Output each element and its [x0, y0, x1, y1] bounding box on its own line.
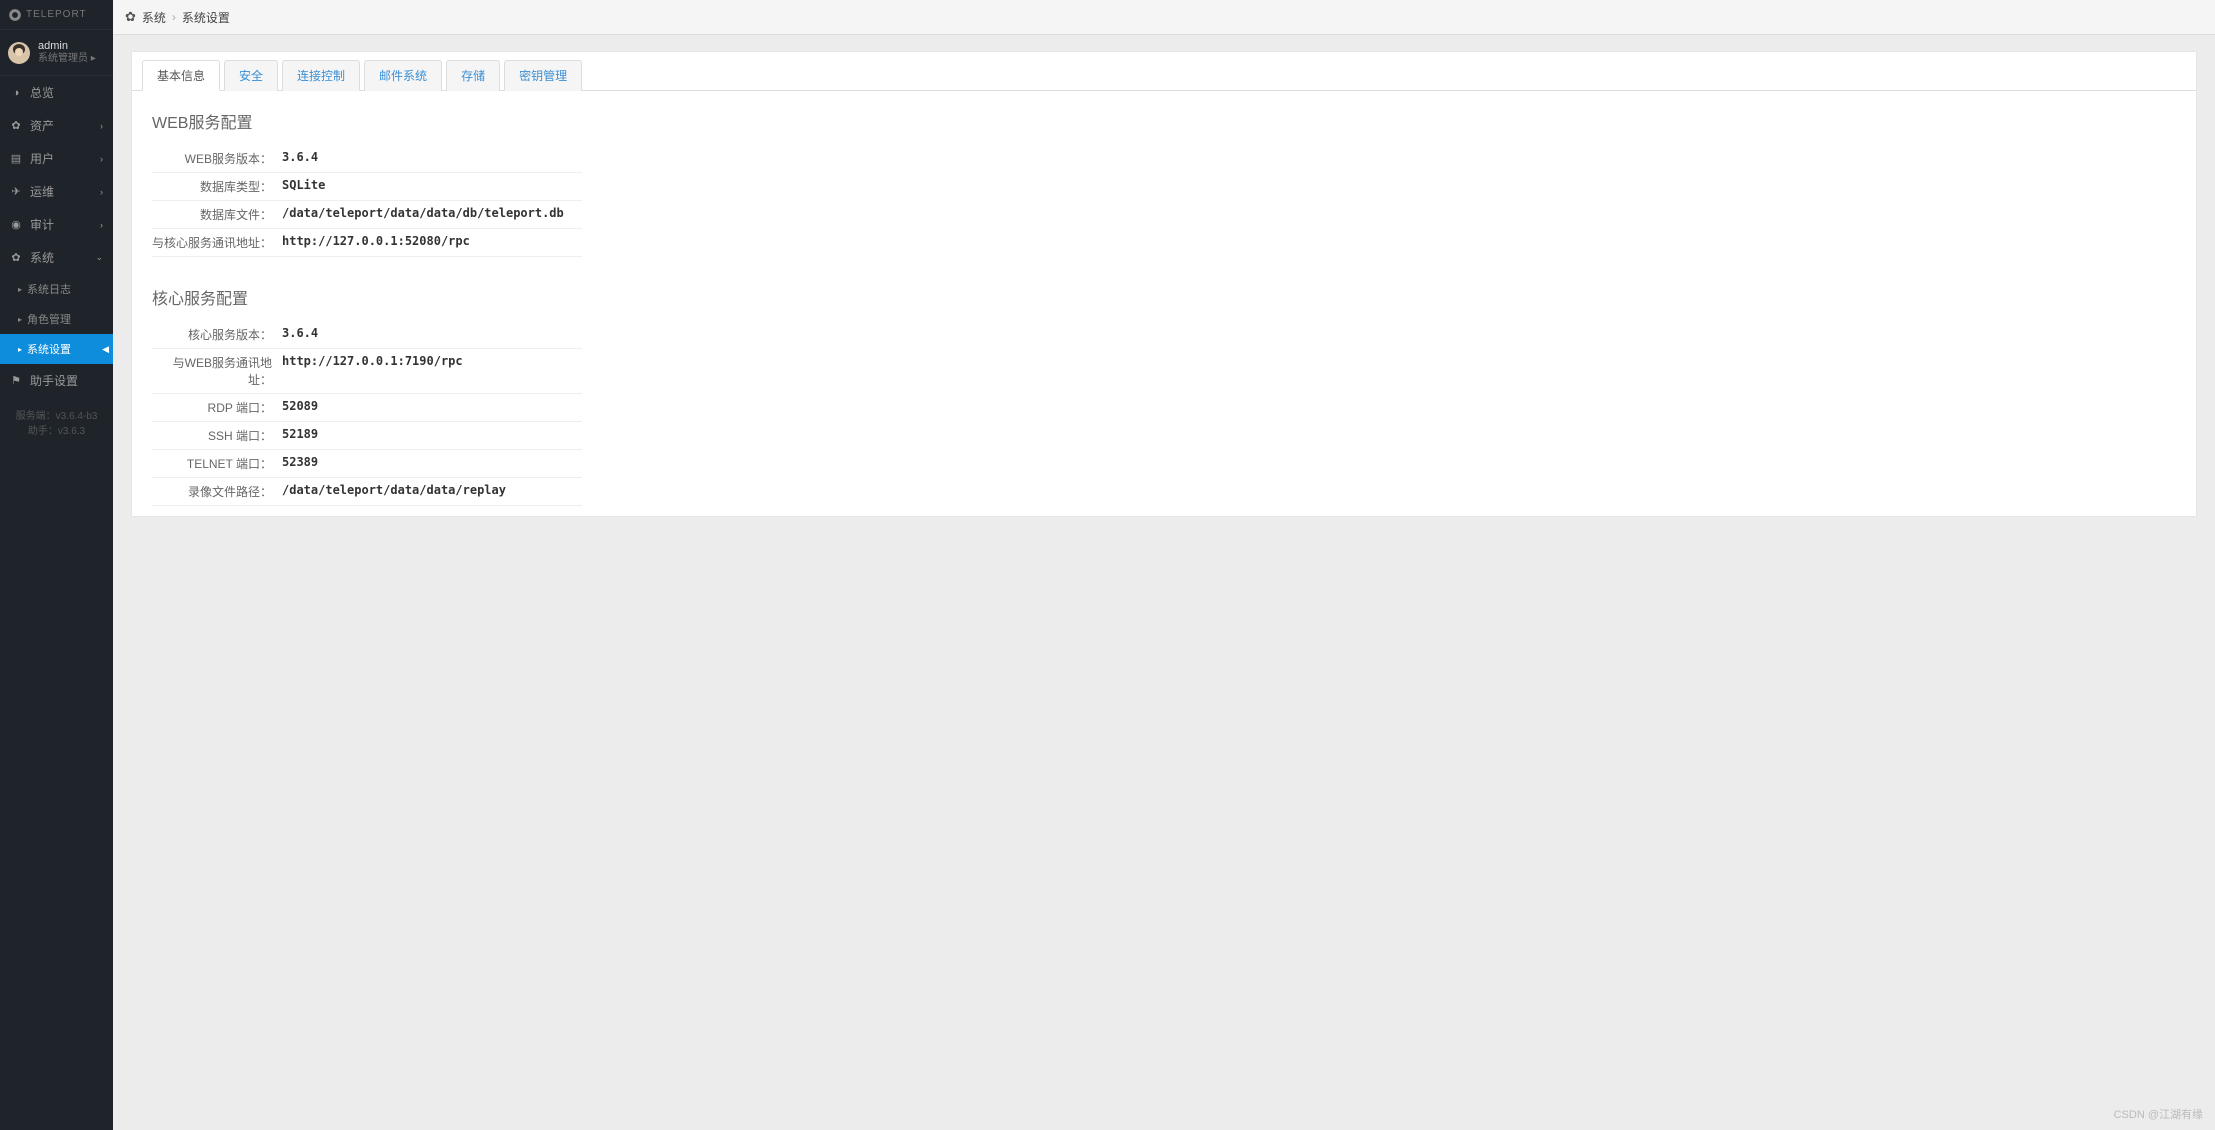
sidebar-item-audit[interactable]: ◉ 审计 ›	[0, 208, 113, 241]
info-value: SQLite	[282, 178, 325, 195]
breadcrumb-current: 系统设置	[182, 9, 230, 26]
info-label: 与WEB服务通讯地址：	[152, 354, 282, 388]
sidebar-nav: ◑ 总览 ✿ 资产 › ▤ 用户 › ✈ 运维 › ◉ 审计 ›	[0, 76, 113, 274]
chevron-down-icon: ⌄	[95, 252, 103, 263]
info-value: http://127.0.0.1:7190/rpc	[282, 354, 463, 388]
info-value: /data/teleport/data/data/db/teleport.db	[282, 206, 564, 223]
tab-storage[interactable]: 存储	[446, 60, 500, 91]
caret-icon: ▸	[18, 285, 22, 294]
tabs: 基本信息 安全 连接控制 邮件系统 存储 密钥管理	[132, 52, 2196, 91]
sidebar-subitem-settings[interactable]: ▸ 系统设置	[0, 334, 113, 364]
info-label: SSH 端口：	[152, 427, 282, 444]
info-value: 52189	[282, 427, 318, 444]
info-value: 3.6.4	[282, 150, 318, 167]
info-row: RDP 端口： 52089	[152, 394, 582, 422]
tab-connection[interactable]: 连接控制	[282, 60, 360, 91]
info-row: 数据库文件： /data/teleport/data/data/db/telep…	[152, 201, 582, 229]
sidebar-nav-assistant: ⚑ 助手设置	[0, 364, 113, 397]
info-value: 52089	[282, 399, 318, 416]
sidebar-item-ops[interactable]: ✈ 运维 ›	[0, 175, 113, 208]
users-icon: ▤	[10, 153, 22, 165]
sidebar-item-label: 用户	[30, 150, 54, 167]
info-label: 核心服务版本：	[152, 326, 282, 343]
sidebar-subitem-syslog[interactable]: ▸ 系统日志	[0, 274, 113, 304]
user-profile[interactable]: admin 系统管理员 ▸	[0, 30, 113, 76]
sidebar: TELEPORT admin 系统管理员 ▸ ◑ 总览 ✿ 资产 › ▤ 用户 …	[0, 0, 113, 1130]
brand-text: TELEPORT	[26, 9, 87, 20]
info-label: TELNET 端口：	[152, 455, 282, 472]
info-label: RDP 端口：	[152, 399, 282, 416]
info-label: 与核心服务通讯地址：	[152, 234, 282, 251]
breadcrumb-root[interactable]: 系统	[142, 9, 166, 26]
info-row: TELNET 端口： 52389	[152, 450, 582, 478]
gear-icon: ✿	[125, 9, 136, 25]
watermark: CSDN @江湖有缘	[2114, 1106, 2203, 1122]
info-row: 录像文件路径： /data/teleport/data/data/replay	[152, 478, 582, 506]
chevron-right-icon: ›	[100, 154, 103, 164]
avatar	[8, 42, 30, 64]
assistant-version: 助手：v3.6.3	[0, 424, 113, 439]
sidebar-subitem-roles[interactable]: ▸ 角色管理	[0, 304, 113, 334]
assets-icon: ✿	[10, 120, 22, 132]
tab-keys[interactable]: 密钥管理	[504, 60, 582, 91]
info-label: WEB服务版本：	[152, 150, 282, 167]
info-value: /data/teleport/data/data/replay	[282, 483, 506, 500]
server-version: 服务端：v3.6.4-b3	[0, 409, 113, 424]
info-label: 数据库类型：	[152, 178, 282, 195]
info-row: WEB服务版本： 3.6.4	[152, 145, 582, 173]
breadcrumb-bar: ✿ 系统 › 系统设置	[113, 0, 2215, 35]
tab-mail[interactable]: 邮件系统	[364, 60, 442, 91]
info-row: 核心服务版本： 3.6.4	[152, 321, 582, 349]
breadcrumb-separator: ›	[172, 10, 176, 24]
chevron-right-icon: ›	[100, 121, 103, 131]
tab-security[interactable]: 安全	[224, 60, 278, 91]
info-value: http://127.0.0.1:52080/rpc	[282, 234, 470, 251]
sidebar-item-overview[interactable]: ◑ 总览	[0, 76, 113, 109]
sidebar-item-label: 总览	[30, 84, 54, 101]
core-service-section: 核心服务配置 核心服务版本： 3.6.4 与WEB服务通讯地址： http://…	[132, 267, 2196, 516]
sidebar-item-label: 审计	[30, 216, 54, 233]
chevron-right-icon: ›	[100, 220, 103, 230]
caret-icon: ▸	[18, 315, 22, 324]
gear-icon: ✿	[10, 252, 22, 264]
sidebar-item-label: 助手设置	[30, 372, 78, 389]
chevron-right-icon: ›	[100, 187, 103, 197]
brand-logo[interactable]: TELEPORT	[0, 0, 113, 30]
audit-icon: ◉	[10, 219, 22, 231]
sidebar-subitem-label: 角色管理	[27, 311, 71, 327]
logo-icon	[8, 8, 22, 22]
tab-basic-info[interactable]: 基本信息	[142, 60, 220, 91]
sidebar-item-label: 资产	[30, 117, 54, 134]
info-value: 3.6.4	[282, 326, 318, 343]
sidebar-item-system[interactable]: ✿ 系统 ⌄	[0, 241, 113, 274]
main: ✿ 系统 › 系统设置 基本信息 安全 连接控制 邮件系统 存储 密钥管理 WE…	[113, 0, 2215, 1130]
info-label: 数据库文件：	[152, 206, 282, 223]
section-title-core: 核心服务配置	[152, 285, 2176, 309]
info-label: 录像文件路径：	[152, 483, 282, 500]
web-service-section: WEB服务配置 WEB服务版本： 3.6.4 数据库类型： SQLite 数据库…	[132, 91, 2196, 267]
section-title-web: WEB服务配置	[152, 109, 2176, 133]
info-row: 与WEB服务通讯地址： http://127.0.0.1:7190/rpc	[152, 349, 582, 394]
sidebar-item-assistant[interactable]: ⚑ 助手设置	[0, 364, 113, 397]
ops-icon: ✈	[10, 186, 22, 198]
sidebar-footer: 服务端：v3.6.4-b3 助手：v3.6.3	[0, 409, 113, 439]
settings-card: 基本信息 安全 连接控制 邮件系统 存储 密钥管理 WEB服务配置 WEB服务版…	[131, 51, 2197, 517]
sidebar-subitem-label: 系统设置	[27, 341, 71, 357]
user-role: 系统管理员 ▸	[38, 53, 96, 65]
sidebar-item-users[interactable]: ▤ 用户 ›	[0, 142, 113, 175]
sidebar-subnav: ▸ 系统日志 ▸ 角色管理 ▸ 系统设置	[0, 274, 113, 364]
sidebar-item-label: 系统	[30, 249, 54, 266]
info-row: SSH 端口： 52189	[152, 422, 582, 450]
user-name: admin	[38, 40, 96, 53]
flag-icon: ⚑	[10, 375, 22, 387]
dashboard-icon: ◑	[10, 87, 22, 99]
sidebar-item-label: 运维	[30, 183, 54, 200]
sidebar-subitem-label: 系统日志	[27, 281, 71, 297]
info-row: 数据库类型： SQLite	[152, 173, 582, 201]
info-value: 52389	[282, 455, 318, 472]
info-row: 与核心服务通讯地址： http://127.0.0.1:52080/rpc	[152, 229, 582, 257]
sidebar-item-assets[interactable]: ✿ 资产 ›	[0, 109, 113, 142]
caret-icon: ▸	[18, 345, 22, 354]
